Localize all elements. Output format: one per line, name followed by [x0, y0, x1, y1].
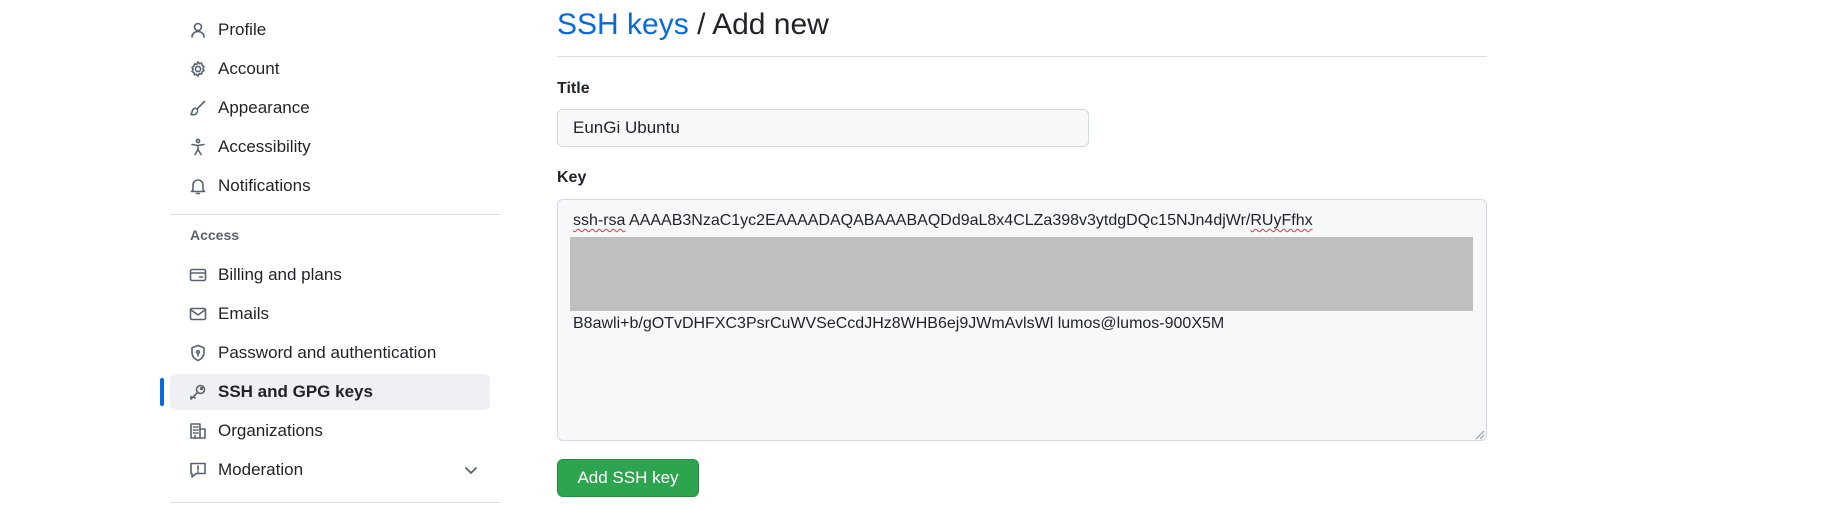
- sidebar-item-label: Account: [218, 59, 280, 78]
- accessibility-icon: [188, 137, 208, 157]
- bell-icon: [188, 176, 208, 196]
- paintbrush-icon: [188, 98, 208, 118]
- mail-icon: [188, 304, 208, 324]
- breadcrumb-ssh-keys-link[interactable]: SSH keys: [557, 8, 689, 41]
- sidebar-item-label: Appearance: [218, 98, 310, 117]
- chevron-down-icon[interactable]: [462, 461, 480, 479]
- sidebar-item-accessibility[interactable]: Accessibility: [170, 129, 490, 165]
- sidebar-item-notifications[interactable]: Notifications: [170, 168, 490, 204]
- sidebar-item-account[interactable]: Account: [170, 51, 490, 87]
- sidebar-item-label: Billing and plans: [218, 265, 342, 284]
- key-textarea[interactable]: ssh-rsa AAAAB3NzaC1yc2EAAAADAQABAAABAQDd…: [557, 199, 1487, 441]
- breadcrumb-current: / Add new: [697, 8, 829, 41]
- sidebar-item-label: Accessibility: [218, 137, 311, 156]
- key-text-line-1: ssh-rsa AAAAB3NzaC1yc2EAAAADAQABAAABAQDd…: [573, 212, 1313, 230]
- key-icon: [188, 382, 208, 402]
- sidebar-item-label: Profile: [218, 20, 267, 39]
- title-label: Title: [557, 80, 590, 97]
- sidebar-divider-bottom: [170, 502, 500, 503]
- sidebar-item-label: SSH and GPG keys: [218, 382, 373, 401]
- credit-card-icon: [188, 265, 208, 285]
- sidebar-item-label: Notifications: [218, 176, 311, 195]
- add-ssh-key-button[interactable]: Add SSH key: [557, 459, 699, 497]
- gear-icon: [188, 59, 208, 79]
- title-divider: [557, 56, 1487, 57]
- sidebar-item-profile[interactable]: Profile: [170, 12, 490, 48]
- sidebar-item-ssh-gpg-keys[interactable]: SSH and GPG keys: [160, 374, 490, 410]
- key-text-line-last: B8awli+b/gOTvDHFXC3PsrCuWVSeCcdJHz8WHB6e…: [573, 315, 1225, 332]
- sidebar-item-organizations[interactable]: Organizations: [170, 413, 490, 449]
- key-prefix: ssh-rsa: [573, 212, 626, 229]
- title-input[interactable]: [557, 109, 1089, 147]
- sidebar-item-billing[interactable]: Billing and plans: [170, 257, 490, 293]
- report-icon: [188, 460, 208, 480]
- sidebar-item-emails[interactable]: Emails: [170, 296, 490, 332]
- sidebar-item-moderation[interactable]: Moderation: [170, 452, 490, 488]
- sidebar-item-label: Moderation: [218, 460, 304, 479]
- key-text-middle: AAAAB3NzaC1yc2EAAAADAQABAAABAQDd9aL8x4CL…: [625, 212, 1251, 229]
- sidebar-divider: [170, 214, 500, 215]
- resize-handle-icon[interactable]: [1473, 427, 1485, 440]
- organization-icon: [188, 421, 208, 441]
- person-icon: [188, 20, 208, 40]
- sidebar-item-label: Organizations: [218, 421, 323, 440]
- sidebar-section-heading: Access: [190, 227, 240, 243]
- key-text-end: RUyFfhx: [1250, 212, 1313, 229]
- shield-lock-icon: [188, 343, 208, 363]
- sidebar-item-appearance[interactable]: Appearance: [170, 90, 490, 126]
- sidebar-item-label: Password and authentication: [218, 343, 437, 362]
- redaction-block: [570, 237, 1473, 311]
- sidebar-item-password-auth[interactable]: Password and authentication: [170, 335, 490, 371]
- page-title: SSH keys / Add new: [557, 8, 829, 42]
- sidebar-item-label: Emails: [218, 304, 270, 323]
- key-label: Key: [557, 169, 587, 186]
- settings-sidebar: Profile Account Appearance Accessibility…: [160, 12, 500, 491]
